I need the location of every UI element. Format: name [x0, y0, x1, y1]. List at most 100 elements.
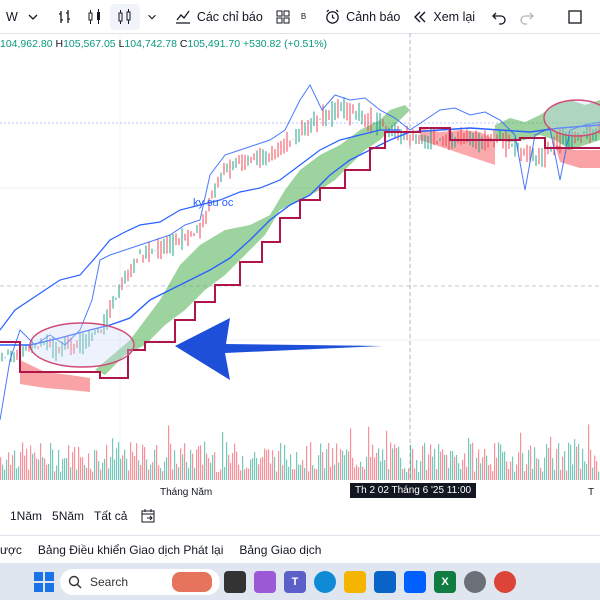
range-5y[interactable]: 5Năm [47, 509, 89, 523]
interval-selector[interactable]: W [0, 0, 46, 33]
volume-bar [156, 444, 158, 480]
volume-bar [548, 447, 550, 480]
volume-bar [384, 460, 386, 480]
copilot-icon[interactable] [254, 570, 276, 593]
volume-bar [100, 469, 102, 480]
volume-bar [528, 449, 530, 480]
volume-bar [4, 469, 6, 480]
chart-type-dropdown[interactable] [140, 0, 164, 33]
volume-bar [464, 453, 466, 480]
square-icon [568, 9, 582, 24]
volume-bar [90, 468, 92, 480]
alerts-button[interactable]: Cảnh báo [318, 0, 406, 33]
volume-bar [38, 459, 40, 480]
volume-bar [436, 469, 438, 480]
volume-bar [304, 467, 306, 480]
edge-icon[interactable] [314, 570, 336, 593]
volume-bar [310, 442, 312, 480]
price-chart[interactable]: ky su oc [0, 33, 600, 501]
volume-bar [312, 465, 314, 480]
volume-bar [326, 449, 328, 480]
volume-bar [278, 450, 280, 480]
taskbar-search[interactable]: Search [60, 568, 220, 595]
volume-bar [282, 465, 284, 480]
start-button[interactable] [34, 571, 54, 592]
volume-bar [580, 468, 582, 480]
volume-bar [102, 462, 104, 480]
volume-bar [432, 456, 434, 480]
settings-gear-icon[interactable] [464, 570, 486, 593]
volume-bar [526, 464, 528, 480]
volume-bar [556, 448, 558, 480]
volume-bar [572, 464, 574, 480]
volume-bar [8, 452, 10, 480]
redo-button[interactable] [513, 0, 541, 33]
excel-icon[interactable]: X [434, 570, 456, 593]
bottom-panel-tabs: ược Bảng Điều khiển Giao dịch Phát lại B… [0, 535, 600, 564]
volume-bar [186, 461, 188, 480]
volume-bar [530, 445, 532, 480]
volume-bar [60, 471, 62, 480]
tab-replay-trading[interactable]: Bảng Điều khiển Giao dịch Phát lại [30, 543, 231, 557]
indicators-button[interactable]: Các chỉ báo [168, 0, 269, 33]
volume-bar [142, 444, 144, 480]
volume-bar [146, 459, 148, 480]
range-1y[interactable]: 1Năm [0, 509, 47, 523]
volume-bar [440, 451, 442, 480]
toolbar-right-label[interactable]: Kỹ [595, 0, 600, 33]
time-axis[interactable]: Tháng Năm T [0, 480, 600, 500]
volume-bar [368, 426, 370, 480]
task-view-icon[interactable] [224, 570, 246, 593]
tab-trading-panel[interactable]: Bảng Giao dịch [231, 543, 329, 557]
volume-bar [314, 468, 316, 480]
templates-button[interactable]: B [269, 0, 314, 33]
volume-bar [158, 465, 160, 480]
volume-bar [578, 443, 580, 480]
volume-bar [496, 457, 498, 480]
volume-bar [562, 456, 564, 480]
alarm-clock-icon [326, 9, 339, 24]
volume-bar [70, 467, 72, 480]
tab-strategy-tester[interactable]: ược [0, 543, 30, 557]
volume-bar [358, 466, 360, 480]
calendar-goto-icon[interactable] [140, 508, 156, 524]
volume-bar [198, 446, 200, 480]
dropbox-icon[interactable] [404, 570, 426, 593]
volume-bar [272, 450, 274, 480]
range-all[interactable]: Tất cả [89, 509, 132, 523]
volume-bar [130, 442, 132, 480]
volume-bar [550, 436, 552, 480]
mail-icon[interactable] [374, 570, 396, 593]
volume-bar [72, 452, 74, 480]
volume-bar [68, 445, 70, 480]
bars-style-button[interactable] [50, 0, 80, 33]
hollow-candles-button[interactable] [109, 3, 140, 30]
volume-bar [492, 471, 494, 480]
candles-style-button[interactable] [80, 0, 110, 33]
replay-button[interactable]: Xem lại [406, 0, 481, 33]
volume-bar [134, 456, 136, 480]
volume-bar [122, 455, 124, 480]
undo-button[interactable] [485, 0, 513, 33]
volume-bar [434, 449, 436, 480]
chrome-icon[interactable] [494, 570, 516, 593]
fullscreen-button[interactable] [561, 0, 589, 33]
volume-bar [474, 471, 476, 480]
volume-bar [502, 451, 504, 480]
volume-bar [490, 464, 492, 480]
volume-bar [166, 457, 168, 480]
search-icon [68, 575, 82, 588]
file-explorer-icon[interactable] [344, 570, 366, 593]
volume-bar [260, 458, 262, 480]
volume-bar [154, 449, 156, 480]
volume-bar [292, 469, 294, 480]
volume-bar [396, 448, 398, 480]
volume-bar [588, 424, 590, 480]
volume-bar [22, 442, 24, 480]
teams-icon[interactable]: T [284, 570, 306, 593]
volume-bar [94, 449, 96, 480]
grid-icon [276, 10, 290, 23]
volume-bar [104, 458, 106, 480]
volume-bar [120, 458, 122, 480]
volume-bar [536, 458, 538, 480]
